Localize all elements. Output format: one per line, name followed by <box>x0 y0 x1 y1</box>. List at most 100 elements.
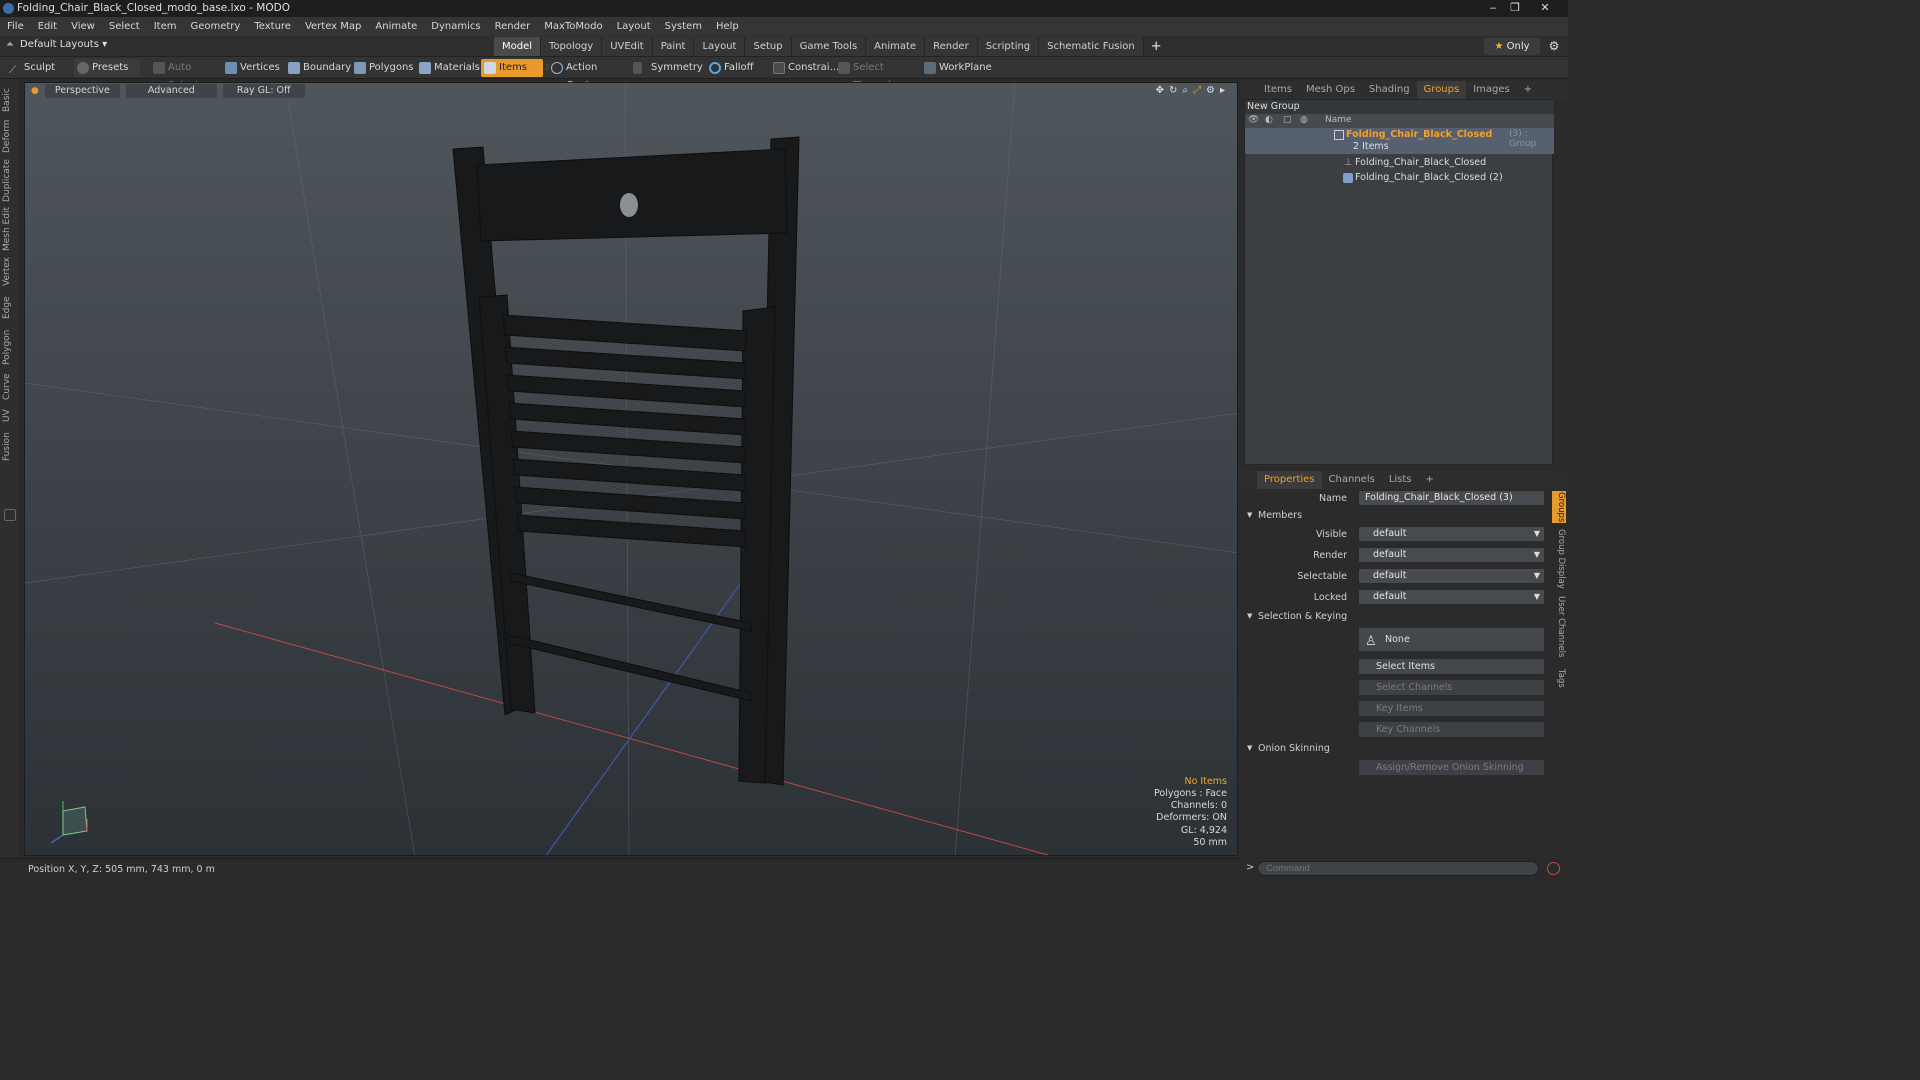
vtab-fusion[interactable]: Fusion <box>2 429 18 465</box>
command-input[interactable] <box>1257 861 1539 876</box>
tab-paint[interactable]: Paint <box>652 37 695 56</box>
select-column-icon[interactable]: ◍ <box>1300 115 1308 125</box>
tab-setup[interactable]: Setup <box>745 37 792 56</box>
maximize-button[interactable]: ❐ <box>1506 0 1524 16</box>
viewport-settings-icon[interactable]: ⚙ <box>1206 85 1215 96</box>
add-tab-button[interactable]: + <box>1144 37 1169 56</box>
tab-shading[interactable]: Shading <box>1362 81 1417 99</box>
workplane-button[interactable]: WorkPlane <box>921 59 992 77</box>
minimize-button[interactable]: ‒ <box>1484 0 1502 16</box>
group-child-row[interactable]: ⊥ Folding_Chair_Black_Closed <box>1245 156 1554 171</box>
new-group-button[interactable]: New Group <box>1247 101 1300 112</box>
items-button[interactable]: Items 3 <box>481 59 549 77</box>
constrain-button[interactable]: Constrai... <box>770 59 839 77</box>
key-channels-button[interactable]: Key Channels <box>1358 721 1545 738</box>
group-row[interactable]: Folding_Chair_Black_Closed (3) : Group 2… <box>1245 128 1554 154</box>
sculpt-button[interactable]: ⟋ Sculpt <box>6 59 68 77</box>
vtab-uv[interactable]: UV <box>2 407 18 425</box>
tab-lists[interactable]: Lists <box>1382 471 1419 489</box>
side-tab-tags[interactable]: Tags <box>1552 665 1566 691</box>
tab-items[interactable]: Items <box>1257 81 1299 99</box>
tab-game-tools[interactable]: Game Tools <box>791 37 867 56</box>
gear-icon[interactable]: ⚙ <box>1546 38 1562 55</box>
vtab-basic[interactable]: Basic <box>2 84 18 116</box>
rotate-icon[interactable]: ↻ <box>1169 85 1177 96</box>
tab-render[interactable]: Render <box>925 37 978 56</box>
vertices-button[interactable]: Vertices1 <box>222 59 294 77</box>
side-tab-group-display[interactable]: Group Display <box>1552 529 1566 589</box>
menu-system[interactable]: System <box>658 21 709 32</box>
tab-mesh-ops[interactable]: Mesh Ops <box>1299 81 1362 99</box>
menu-edit[interactable]: Edit <box>31 21 64 32</box>
view-mode-button[interactable]: Perspective <box>44 84 120 98</box>
select-items-button[interactable]: Select Items <box>1358 658 1545 675</box>
vtab-vertex[interactable]: Vertex <box>2 255 18 289</box>
tab-model[interactable]: Model <box>494 37 542 56</box>
select-channels-button[interactable]: Select Channels <box>1358 679 1545 696</box>
group-child-row[interactable]: Folding_Chair_Black_Closed (2) <box>1245 171 1554 186</box>
key-items-button[interactable]: Key Items <box>1358 700 1545 717</box>
visible-dropdown[interactable]: default ▼ <box>1358 526 1545 542</box>
presets-button[interactable]: Presets <box>74 59 140 77</box>
default-layouts-dropdown[interactable]: ⏶ Default Layouts ▾ <box>6 39 107 50</box>
menu-geometry[interactable]: Geometry <box>183 21 247 32</box>
menu-texture[interactable]: Texture <box>247 21 298 32</box>
side-tab-user-channels[interactable]: User Channels <box>1552 595 1566 659</box>
onion-skinning-button[interactable]: Assign/Remove Onion Skinning <box>1358 759 1545 776</box>
tab-topology[interactable]: Topology <box>541 37 603 56</box>
menu-dynamics[interactable]: Dynamics <box>424 21 487 32</box>
lock-column-icon[interactable]: ▢ <box>1283 115 1292 125</box>
close-button[interactable]: ✕ <box>1536 0 1554 16</box>
onion-skinning-section[interactable]: ▼ Onion Skinning <box>1244 741 1553 756</box>
vtab-deform[interactable]: Deform <box>2 117 18 155</box>
menu-animate[interactable]: Animate <box>368 21 424 32</box>
polygons-button[interactable]: Polygons <box>351 59 414 77</box>
ray-gl-button[interactable]: Ray GL: Off <box>222 84 305 98</box>
only-button[interactable]: ★ Only <box>1484 38 1540 55</box>
menu-layout[interactable]: Layout <box>610 21 658 32</box>
add-panel-tab-button[interactable]: + <box>1517 81 1539 99</box>
menu-item[interactable]: Item <box>147 21 184 32</box>
none-button[interactable]: ♙ None <box>1358 627 1545 652</box>
tab-uvedit[interactable]: UVEdit <box>602 37 653 56</box>
menu-help[interactable]: Help <box>709 21 746 32</box>
menu-select[interactable]: Select <box>102 21 147 32</box>
vtab-duplicate[interactable]: Duplicate <box>2 158 18 204</box>
selection-keying-section[interactable]: ▼ Selection & Keying <box>1244 609 1553 624</box>
auto-select-button[interactable]: Auto Select <box>150 59 218 91</box>
shading-mode-button[interactable]: Advanced <box>125 84 217 98</box>
vtab-curve[interactable]: Curve <box>2 371 18 403</box>
menu-file[interactable]: File <box>0 21 31 32</box>
render-column-icon[interactable]: ◐ <box>1265 115 1273 125</box>
tab-properties[interactable]: Properties <box>1257 471 1322 489</box>
pan-icon[interactable]: ✥ <box>1156 85 1164 96</box>
menu-render[interactable]: Render <box>488 21 538 32</box>
tab-animate[interactable]: Animate <box>866 37 926 56</box>
tab-schematic-fusion[interactable]: Schematic Fusion <box>1039 37 1144 56</box>
zoom-icon[interactable]: ⌕ <box>1182 85 1188 96</box>
render-dropdown[interactable]: default ▼ <box>1358 547 1545 563</box>
visibility-column-icon[interactable]: 👁 <box>1248 115 1259 125</box>
select-through-button[interactable]: Select Through <box>835 59 915 91</box>
tab-groups[interactable]: Groups <box>1416 81 1467 99</box>
tab-scripting[interactable]: Scripting <box>977 37 1040 56</box>
menu-vertex-map[interactable]: Vertex Map <box>298 21 368 32</box>
name-column-header[interactable]: Name <box>1325 115 1352 125</box>
tab-layout[interactable]: Layout <box>694 37 746 56</box>
locked-dropdown[interactable]: default ▼ <box>1358 589 1545 605</box>
vtab-edge[interactable]: Edge <box>2 293 18 323</box>
boundary-button[interactable]: Boundary <box>285 59 351 77</box>
viewport-arrow-icon[interactable]: ▸ <box>1220 85 1225 96</box>
vtab-polygon[interactable]: Polygon <box>2 327 18 367</box>
tab-images[interactable]: Images <box>1466 81 1517 99</box>
members-section[interactable]: ▼ Members <box>1244 508 1553 523</box>
tab-channels[interactable]: Channels <box>1322 471 1382 489</box>
strip-toggle-button[interactable] <box>4 509 16 521</box>
3d-viewport[interactable]: ● Perspective Advanced Ray GL: Off ✥ ↻ ⌕… <box>24 82 1238 856</box>
symmetry-button[interactable]: Symmetry <box>630 59 703 77</box>
selectable-dropdown[interactable]: default ▼ <box>1358 568 1545 584</box>
materials-button[interactable]: Materials <box>416 59 480 77</box>
falloff-button[interactable]: Falloff <box>706 59 756 77</box>
vtab-mesh-edit[interactable]: Mesh Edit <box>2 207 18 251</box>
record-icon[interactable] <box>1547 862 1560 875</box>
